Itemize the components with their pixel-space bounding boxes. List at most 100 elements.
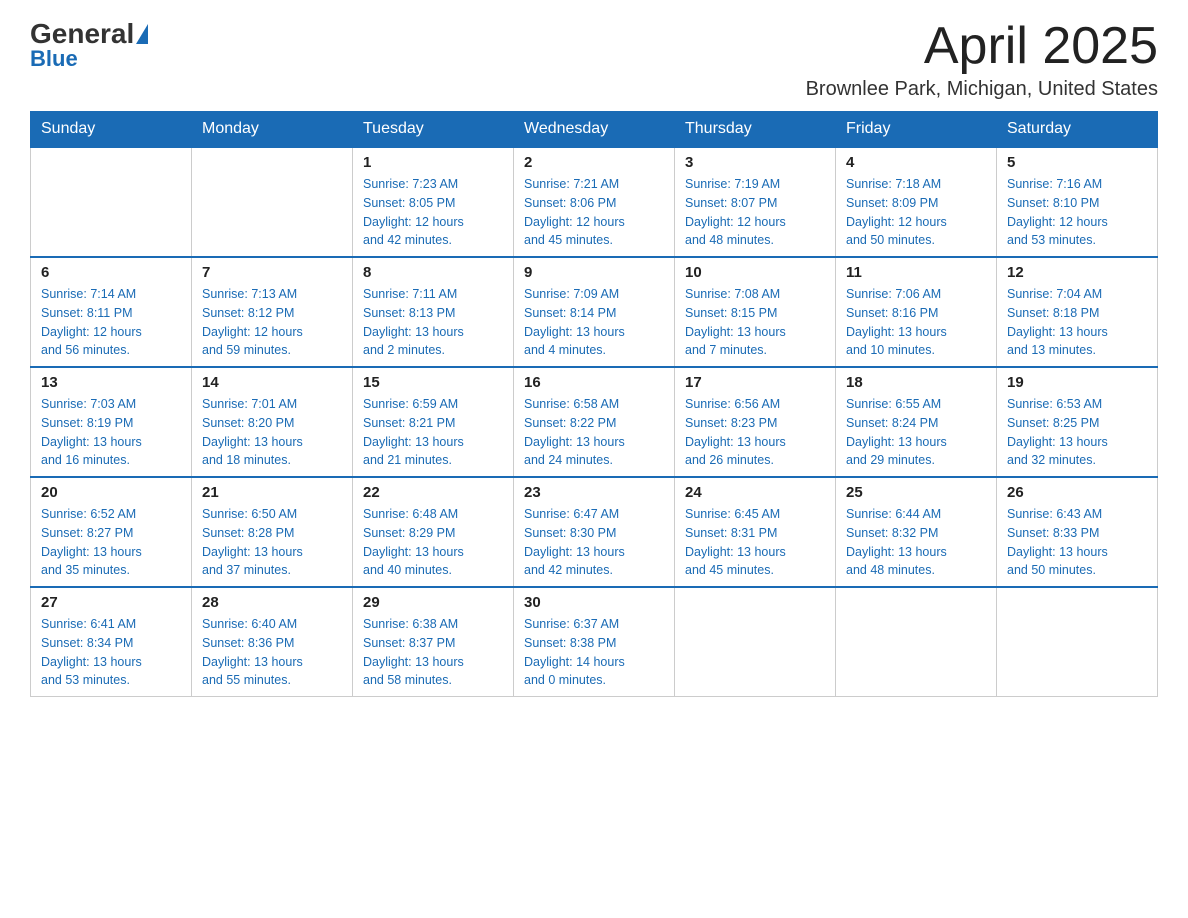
calendar-cell (31, 147, 192, 257)
day-number: 20 (41, 484, 181, 501)
location-title: Brownlee Park, Michigan, United States (806, 78, 1158, 101)
day-number: 21 (202, 484, 342, 501)
day-info: Sunrise: 6:52 AMSunset: 8:27 PMDaylight:… (41, 505, 181, 580)
calendar-cell: 10Sunrise: 7:08 AMSunset: 8:15 PMDayligh… (675, 257, 836, 367)
calendar-cell: 8Sunrise: 7:11 AMSunset: 8:13 PMDaylight… (353, 257, 514, 367)
day-info: Sunrise: 6:47 AMSunset: 8:30 PMDaylight:… (524, 505, 664, 580)
day-info: Sunrise: 7:03 AMSunset: 8:19 PMDaylight:… (41, 395, 181, 470)
day-number: 16 (524, 374, 664, 391)
calendar-cell: 6 Sunrise: 7:14 AMSunset: 8:11 PMDaylight… (31, 257, 192, 367)
day-number: 18 (846, 374, 986, 391)
day-number: 25 (846, 484, 986, 501)
day-info: Sunrise: 6:50 AMSunset: 8:28 PMDaylight:… (202, 505, 342, 580)
calendar-cell: 17Sunrise: 6:56 AMSunset: 8:23 PMDayligh… (675, 367, 836, 477)
calendar-cell: 2 Sunrise: 7:21 AMSunset: 8:06 PMDaylight… (514, 147, 675, 257)
calendar-cell: 18 Sunrise: 6:55 AMSunset: 8:24 PMDayligh… (836, 367, 997, 477)
day-info: Sunrise: 6:55 AMSunset: 8:24 PMDaylight:… (846, 395, 986, 470)
calendar-week-row: 6 Sunrise: 7:14 AMSunset: 8:11 PMDaylight… (31, 257, 1158, 367)
calendar-cell: 13 Sunrise: 7:03 AMSunset: 8:19 PMDayligh… (31, 367, 192, 477)
day-number: 30 (524, 594, 664, 611)
day-info: Sunrise: 7:11 AMSunset: 8:13 PMDaylight:… (363, 285, 503, 360)
calendar-header-row: SundayMondayTuesdayWednesdayThursdayFrid… (31, 112, 1158, 148)
calendar-cell: 28 Sunrise: 6:40 AMSunset: 8:36 PMDayligh… (192, 587, 353, 697)
day-number: 4 (846, 154, 986, 171)
day-info: Sunrise: 6:45 AMSunset: 8:31 PMDaylight:… (685, 505, 825, 580)
calendar-cell: 21 Sunrise: 6:50 AMSunset: 8:28 PMDayligh… (192, 477, 353, 587)
calendar-cell: 24 Sunrise: 6:45 AMSunset: 8:31 PMDayligh… (675, 477, 836, 587)
calendar-week-row: 13 Sunrise: 7:03 AMSunset: 8:19 PMDayligh… (31, 367, 1158, 477)
weekday-header: Saturday (997, 112, 1158, 148)
weekday-header: Sunday (31, 112, 192, 148)
day-number: 9 (524, 264, 664, 281)
day-info: Sunrise: 6:40 AMSunset: 8:36 PMDaylight:… (202, 615, 342, 690)
calendar-cell: 16Sunrise: 6:58 AMSunset: 8:22 PMDayligh… (514, 367, 675, 477)
logo-general-text: General (30, 20, 134, 48)
day-number: 27 (41, 594, 181, 611)
day-info: Sunrise: 7:09 AMSunset: 8:14 PMDaylight:… (524, 285, 664, 360)
day-number: 11 (846, 264, 986, 281)
day-info: Sunrise: 7:23 AMSunset: 8:05 PMDaylight:… (363, 175, 503, 250)
day-info: Sunrise: 7:14 AMSunset: 8:11 PMDaylight:… (41, 285, 181, 360)
day-info: Sunrise: 6:41 AMSunset: 8:34 PMDaylight:… (41, 615, 181, 690)
day-number: 22 (363, 484, 503, 501)
calendar-cell: 19 Sunrise: 6:53 AMSunset: 8:25 PMDayligh… (997, 367, 1158, 477)
day-info: Sunrise: 6:44 AMSunset: 8:32 PMDaylight:… (846, 505, 986, 580)
day-number: 19 (1007, 374, 1147, 391)
calendar-cell: 15 Sunrise: 6:59 AMSunset: 8:21 PMDayligh… (353, 367, 514, 477)
day-number: 6 (41, 264, 181, 281)
logo-triangle-icon (136, 24, 148, 44)
day-number: 2 (524, 154, 664, 171)
title-section: April 2025 Brownlee Park, Michigan, Unit… (806, 20, 1158, 101)
day-info: Sunrise: 7:04 AMSunset: 8:18 PMDaylight:… (1007, 285, 1147, 360)
calendar-cell: 11 Sunrise: 7:06 AMSunset: 8:16 PMDayligh… (836, 257, 997, 367)
day-number: 14 (202, 374, 342, 391)
logo: General Blue (30, 20, 148, 72)
calendar-cell: 14 Sunrise: 7:01 AMSunset: 8:20 PMDayligh… (192, 367, 353, 477)
day-info: Sunrise: 7:08 AMSunset: 8:15 PMDaylight:… (685, 285, 825, 360)
weekday-header: Thursday (675, 112, 836, 148)
day-info: Sunrise: 7:16 AMSunset: 8:10 PMDaylight:… (1007, 175, 1147, 250)
page-header: General Blue April 2025 Brownlee Park, M… (30, 20, 1158, 101)
day-info: Sunrise: 7:21 AMSunset: 8:06 PMDaylight:… (524, 175, 664, 250)
day-number: 29 (363, 594, 503, 611)
calendar-cell: 23Sunrise: 6:47 AMSunset: 8:30 PMDayligh… (514, 477, 675, 587)
day-info: Sunrise: 7:19 AMSunset: 8:07 PMDaylight:… (685, 175, 825, 250)
calendar-cell: 5 Sunrise: 7:16 AMSunset: 8:10 PMDaylight… (997, 147, 1158, 257)
day-info: Sunrise: 6:59 AMSunset: 8:21 PMDaylight:… (363, 395, 503, 470)
day-number: 24 (685, 484, 825, 501)
day-number: 3 (685, 154, 825, 171)
day-info: Sunrise: 7:01 AMSunset: 8:20 PMDaylight:… (202, 395, 342, 470)
day-info: Sunrise: 6:56 AMSunset: 8:23 PMDaylight:… (685, 395, 825, 470)
day-number: 7 (202, 264, 342, 281)
day-number: 5 (1007, 154, 1147, 171)
calendar-cell: 20 Sunrise: 6:52 AMSunset: 8:27 PMDayligh… (31, 477, 192, 587)
calendar-cell: 27 Sunrise: 6:41 AMSunset: 8:34 PMDayligh… (31, 587, 192, 697)
day-info: Sunrise: 6:43 AMSunset: 8:33 PMDaylight:… (1007, 505, 1147, 580)
calendar-cell: 9 Sunrise: 7:09 AMSunset: 8:14 PMDaylight… (514, 257, 675, 367)
day-info: Sunrise: 7:18 AMSunset: 8:09 PMDaylight:… (846, 175, 986, 250)
calendar-cell (997, 587, 1158, 697)
calendar-week-row: 1Sunrise: 7:23 AMSunset: 8:05 PMDaylight… (31, 147, 1158, 257)
day-number: 28 (202, 594, 342, 611)
day-info: Sunrise: 6:37 AMSunset: 8:38 PMDaylight:… (524, 615, 664, 690)
calendar-cell: 25 Sunrise: 6:44 AMSunset: 8:32 PMDayligh… (836, 477, 997, 587)
day-number: 15 (363, 374, 503, 391)
weekday-header: Tuesday (353, 112, 514, 148)
day-info: Sunrise: 7:13 AMSunset: 8:12 PMDaylight:… (202, 285, 342, 360)
weekday-header: Wednesday (514, 112, 675, 148)
day-number: 12 (1007, 264, 1147, 281)
calendar-cell: 26 Sunrise: 6:43 AMSunset: 8:33 PMDayligh… (997, 477, 1158, 587)
day-number: 26 (1007, 484, 1147, 501)
calendar-cell: 29Sunrise: 6:38 AMSunset: 8:37 PMDayligh… (353, 587, 514, 697)
calendar-cell: 12 Sunrise: 7:04 AMSunset: 8:18 PMDayligh… (997, 257, 1158, 367)
day-info: Sunrise: 6:53 AMSunset: 8:25 PMDaylight:… (1007, 395, 1147, 470)
calendar-cell: 30 Sunrise: 6:37 AMSunset: 8:38 PMDayligh… (514, 587, 675, 697)
weekday-header: Monday (192, 112, 353, 148)
calendar-cell: 22Sunrise: 6:48 AMSunset: 8:29 PMDayligh… (353, 477, 514, 587)
calendar-cell: 1Sunrise: 7:23 AMSunset: 8:05 PMDaylight… (353, 147, 514, 257)
day-number: 13 (41, 374, 181, 391)
calendar-cell: 3 Sunrise: 7:19 AMSunset: 8:07 PMDaylight… (675, 147, 836, 257)
weekday-header: Friday (836, 112, 997, 148)
calendar-week-row: 27 Sunrise: 6:41 AMSunset: 8:34 PMDayligh… (31, 587, 1158, 697)
day-info: Sunrise: 7:06 AMSunset: 8:16 PMDaylight:… (846, 285, 986, 360)
